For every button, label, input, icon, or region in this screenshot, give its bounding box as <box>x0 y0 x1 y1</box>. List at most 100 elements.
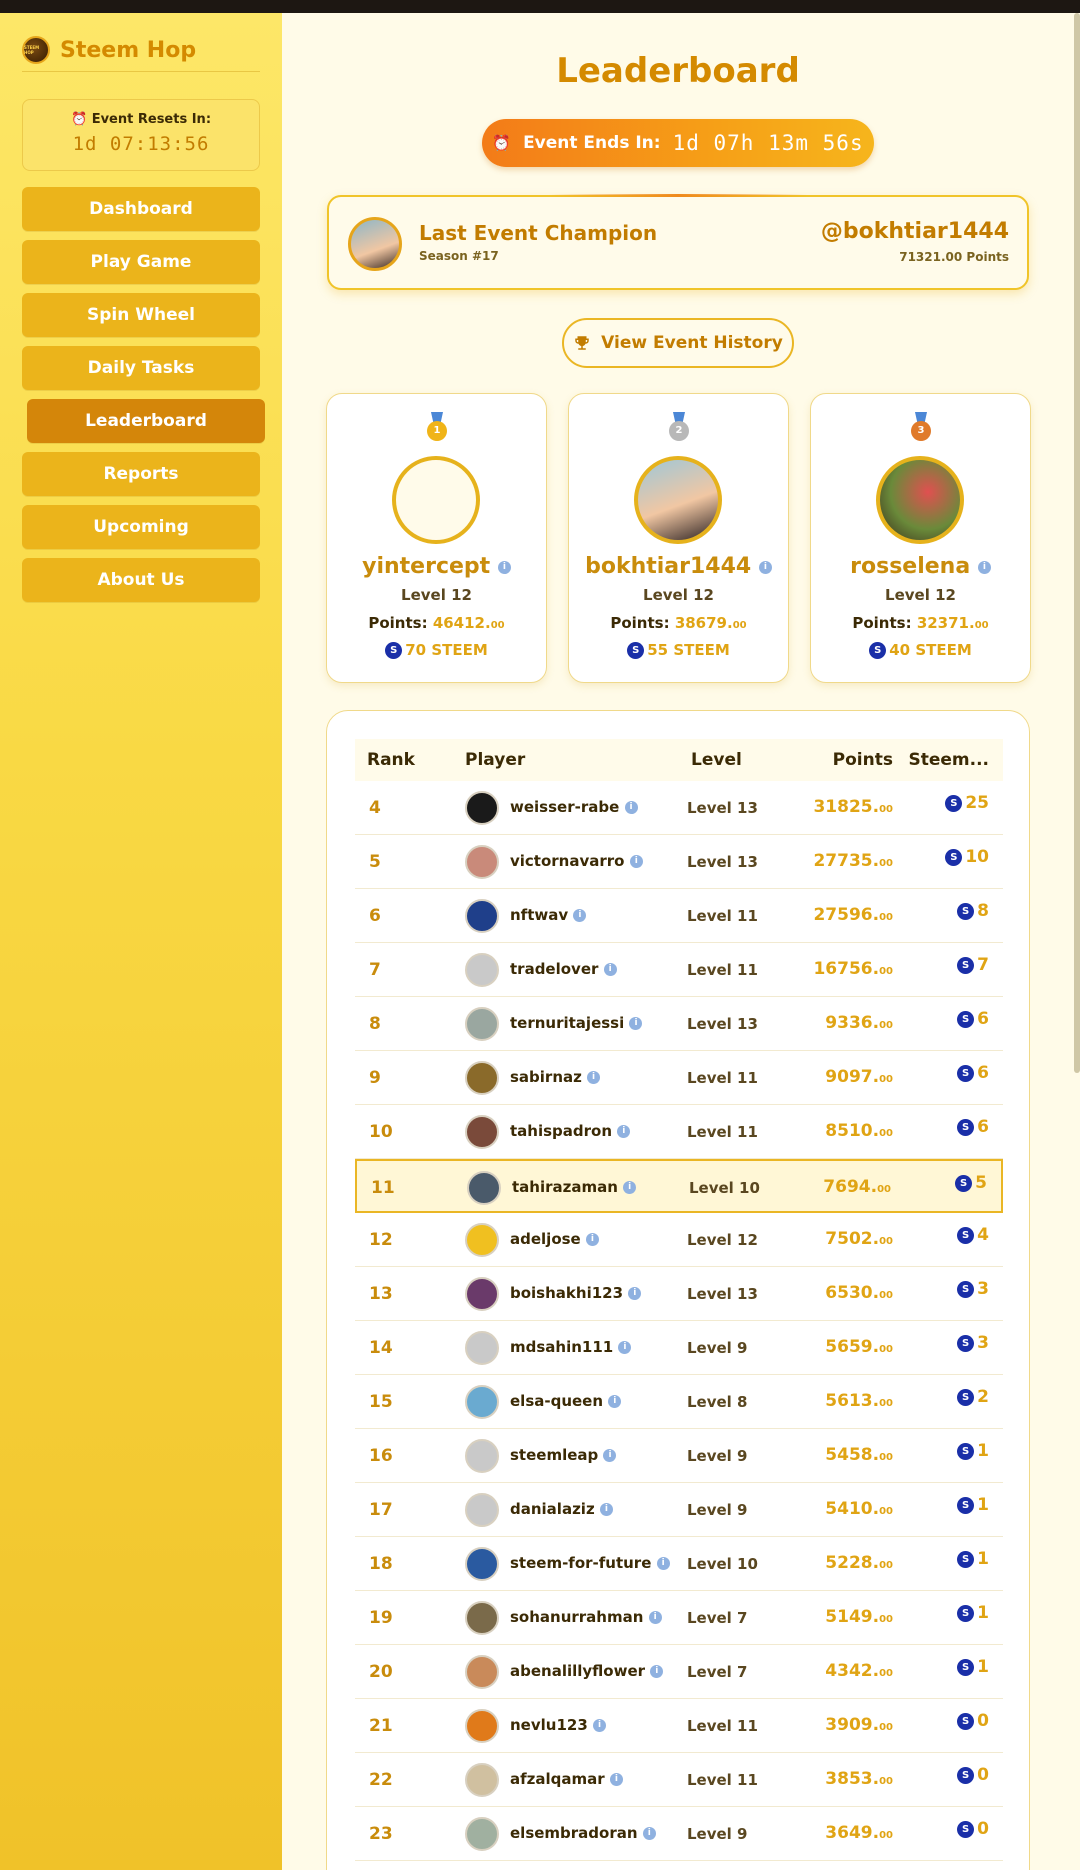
table-row[interactable]: 8 ternuritajessi i Level 13 9336.00 S 6 <box>355 997 1003 1051</box>
player-name[interactable]: danialaziz i <box>510 1500 613 1518</box>
page-scrollbar[interactable] <box>1074 13 1080 1073</box>
info-icon[interactable]: i <box>977 560 991 574</box>
table-row[interactable]: 20 abenalillyflower i Level 7 4342.00 S 1 <box>355 1645 1003 1699</box>
table-row[interactable]: 15 elsa-queen i Level 8 5613.00 S 2 <box>355 1375 1003 1429</box>
table-row[interactable]: 17 danialaziz i Level 9 5410.00 S 1 <box>355 1483 1003 1537</box>
nav-about-us[interactable]: About Us <box>22 558 260 602</box>
nav-upcoming[interactable]: Upcoming <box>22 505 260 549</box>
podium-card-second[interactable]: 2 bokhtiar1444 i Level 12 Points: 38679.… <box>568 393 789 683</box>
nav-leaderboard[interactable]: Leaderboard <box>27 399 265 443</box>
table-row[interactable]: 6 nftwav i Level 11 27596.00 S 8 <box>355 889 1003 943</box>
info-icon[interactable]: i <box>617 1125 631 1138</box>
nav-dashboard[interactable]: Dashboard <box>22 187 260 231</box>
row-rank: 6 <box>369 906 381 926</box>
player-level: Level 9 <box>687 1501 748 1519</box>
table-row[interactable]: 9 sabirnaz i Level 11 9097.00 S 6 <box>355 1051 1003 1105</box>
event-reset-box: ⏰ Event Resets In: 1d 07:13:56 <box>22 99 260 171</box>
info-icon[interactable]: i <box>650 1665 664 1678</box>
row-rank: 17 <box>369 1500 393 1520</box>
table-row[interactable]: 19 sohanurrahman i Level 7 5149.00 S 1 <box>355 1591 1003 1645</box>
player-name[interactable]: abenalillyflower i <box>510 1662 664 1680</box>
player-steem: S1 <box>957 1603 989 1623</box>
info-icon[interactable]: i <box>573 909 587 922</box>
brand[interactable]: STEEM HOP Steem Hop <box>22 33 196 67</box>
header-rank[interactable]: Rank <box>367 750 415 770</box>
table-row[interactable]: 10 tahispadron i Level 11 8510.00 S 6 <box>355 1105 1003 1159</box>
table-row[interactable]: 16 steemleap i Level 9 5458.00 S 1 <box>355 1429 1003 1483</box>
player-name[interactable]: adeljose i <box>510 1230 599 1248</box>
player-name[interactable]: victornavarro i <box>510 852 643 870</box>
info-icon[interactable]: i <box>648 1611 662 1624</box>
player-name[interactable]: mdsahin111 i <box>510 1338 632 1356</box>
podium-name[interactable]: rosselena i <box>811 554 1030 579</box>
player-steem: S0 <box>957 1711 989 1731</box>
info-icon[interactable]: i <box>629 1017 643 1030</box>
nav-play-game[interactable]: Play Game <box>22 240 260 284</box>
nav-spin-wheel[interactable]: Spin Wheel <box>22 293 260 337</box>
info-icon[interactable]: i <box>497 560 511 574</box>
info-icon[interactable]: i <box>585 1233 599 1246</box>
info-icon[interactable]: i <box>603 963 617 976</box>
player-name[interactable]: elsembradoran i <box>510 1824 656 1842</box>
info-icon[interactable]: i <box>587 1071 601 1084</box>
player-name[interactable]: nftwav i <box>510 906 587 924</box>
info-icon[interactable]: i <box>603 1449 617 1462</box>
info-icon[interactable]: i <box>623 1181 637 1194</box>
event-ends-banner: ⏰ Event Ends In: 1d 07h 13m 56s <box>482 119 874 167</box>
table-row[interactable]: 21 nevlu123 i Level 11 3909.00 S 0 <box>355 1699 1003 1753</box>
player-name[interactable]: elsa-queen i <box>510 1392 622 1410</box>
player-name[interactable]: sabirnaz i <box>510 1068 601 1086</box>
podium-name[interactable]: bokhtiar1444 i <box>569 554 788 579</box>
player-name[interactable]: afzalqamar i <box>510 1770 623 1788</box>
nav-reports[interactable]: Reports <box>22 452 260 496</box>
table-row[interactable]: 11 tahirazaman i Level 10 7694.00 S 5 <box>355 1159 1003 1213</box>
podium-card-third[interactable]: 3 rosselena i Level 12 Points: 32371.00 … <box>810 393 1031 683</box>
player-steem: S1 <box>957 1495 989 1515</box>
row-rank: 5 <box>369 852 381 872</box>
player-name[interactable]: boishakhi123 i <box>510 1284 642 1302</box>
info-icon[interactable]: i <box>642 1827 656 1840</box>
info-icon[interactable]: i <box>629 855 643 868</box>
player-name[interactable]: steemleap i <box>510 1446 617 1464</box>
row-rank: 13 <box>369 1284 393 1304</box>
table-row[interactable]: 18 steem-for-future i Level 10 5228.00 S 1 <box>355 1537 1003 1591</box>
info-icon[interactable]: i <box>628 1287 642 1300</box>
podium-name[interactable]: yintercept i <box>327 554 546 579</box>
header-points[interactable]: Points <box>833 750 893 770</box>
table-row[interactable]: 4 weisser-rabe i Level 13 31825.00 S 25 <box>355 781 1003 835</box>
info-icon[interactable]: i <box>618 1341 632 1354</box>
info-icon[interactable]: i <box>624 801 638 814</box>
info-icon[interactable]: i <box>609 1773 623 1786</box>
player-avatar <box>465 845 499 879</box>
info-icon[interactable]: i <box>758 560 772 574</box>
info-icon[interactable]: i <box>656 1557 670 1570</box>
player-avatar <box>465 1061 499 1095</box>
podium-card-first[interactable]: 1 yintercept i Level 12 Points: 46412.00… <box>326 393 547 683</box>
player-name[interactable]: tahispadron i <box>510 1122 631 1140</box>
info-icon[interactable]: i <box>599 1503 613 1516</box>
champion-name[interactable]: @bokhtiar1444 <box>821 219 1009 244</box>
player-avatar <box>465 1655 499 1689</box>
view-event-history-button[interactable]: View Event History <box>562 318 794 368</box>
player-level: Level 11 <box>687 961 758 979</box>
player-name[interactable]: sohanurrahman i <box>510 1608 662 1626</box>
header-level[interactable]: Level <box>691 750 742 770</box>
player-name[interactable]: weisser-rabe i <box>510 798 638 816</box>
header-player[interactable]: Player <box>465 750 525 770</box>
table-row[interactable]: 7 tradelover i Level 11 16756.00 S 7 <box>355 943 1003 997</box>
player-name[interactable]: tahirazaman i <box>512 1178 637 1196</box>
info-icon[interactable]: i <box>593 1719 606 1732</box>
header-steem[interactable]: Steem... <box>908 750 989 770</box>
info-icon[interactable]: i <box>608 1395 622 1408</box>
table-row[interactable]: 14 mdsahin111 i Level 9 5659.00 S 3 <box>355 1321 1003 1375</box>
player-name[interactable]: nevlu123 i <box>510 1716 606 1734</box>
table-row[interactable]: 13 boishakhi123 i Level 13 6530.00 S 3 <box>355 1267 1003 1321</box>
nav-daily-tasks[interactable]: Daily Tasks <box>22 346 260 390</box>
player-name[interactable]: ternuritajessi i <box>510 1014 643 1032</box>
table-row[interactable]: 23 elsembradoran i Level 9 3649.00 S 0 <box>355 1807 1003 1861</box>
table-row[interactable]: 5 victornavarro i Level 13 27735.00 S 10 <box>355 835 1003 889</box>
table-row[interactable]: 12 adeljose i Level 12 7502.00 S 4 <box>355 1213 1003 1267</box>
player-name[interactable]: steem-for-future i <box>510 1554 670 1572</box>
table-row[interactable]: 22 afzalqamar i Level 11 3853.00 S 0 <box>355 1753 1003 1807</box>
player-name[interactable]: tradelover i <box>510 960 617 978</box>
